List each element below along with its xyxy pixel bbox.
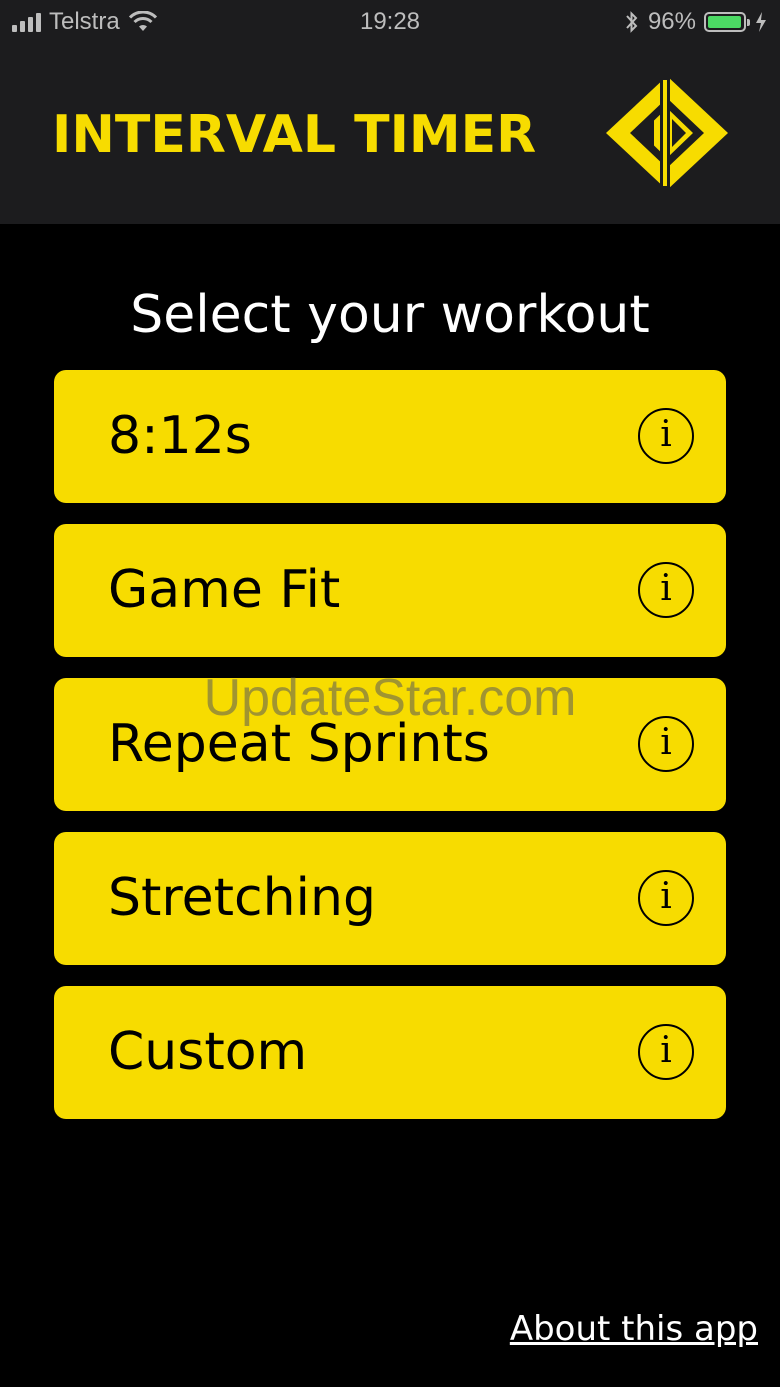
info-icon[interactable]: i [638,870,694,926]
info-icon[interactable]: i [638,408,694,464]
workout-label: Custom [108,1022,308,1082]
battery-level-fill [708,16,741,28]
info-icon[interactable]: i [638,1024,694,1080]
workout-button-game-fit[interactable]: Game Fit i [54,524,726,657]
workout-label: Stretching [108,868,376,928]
workout-button-custom[interactable]: Custom i [54,986,726,1119]
bluetooth-icon [626,11,638,33]
battery-percent: 96% [647,8,696,35]
app-header: INTERVAL TIMER [0,44,780,224]
workout-button-repeat-sprints[interactable]: Repeat Sprints i [54,678,726,811]
status-bar: Telstra 19:28 96% [0,0,780,44]
workout-button-8-12s[interactable]: 8:12s i [54,370,726,503]
diamond-play-logo-icon [606,74,728,192]
battery-icon [704,12,750,32]
charging-bolt-icon [756,12,766,32]
app-screen: Telstra 19:28 96% INTERVAL TIMER Select … [0,0,780,1387]
about-app-link[interactable]: About this app [510,1306,758,1352]
workout-label: Game Fit [108,560,341,620]
info-icon[interactable]: i [638,716,694,772]
app-title: INTERVAL TIMER [52,105,537,165]
select-workout-heading: Select your workout [130,285,650,345]
workout-label: 8:12s [108,406,252,466]
status-bar-right: 96% [624,8,768,36]
info-icon[interactable]: i [638,562,694,618]
workout-button-stretching[interactable]: Stretching i [54,832,726,965]
workout-label: Repeat Sprints [108,714,490,774]
